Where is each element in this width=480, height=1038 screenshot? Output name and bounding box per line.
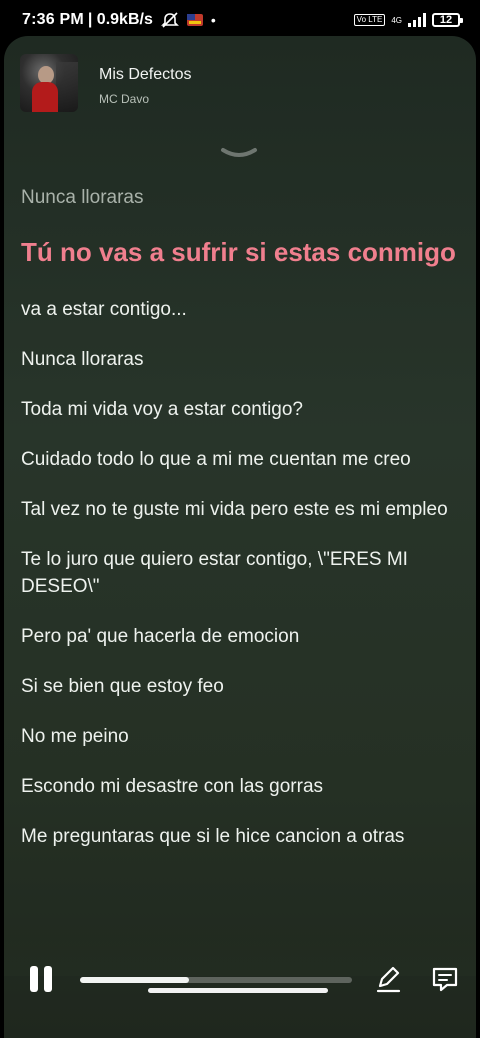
comment-icon[interactable] <box>430 964 460 994</box>
volte-badge: Vo LTE <box>353 14 386 26</box>
mute-icon <box>160 12 179 28</box>
dot-icon: • <box>210 12 216 28</box>
flag-icon <box>186 14 203 26</box>
playback-controls <box>4 954 476 1004</box>
progress-bar[interactable] <box>80 977 352 983</box>
lyric-line[interactable]: No me peino <box>21 723 461 750</box>
status-time: 7:36 PM <box>22 11 84 28</box>
battery-level: 12 <box>439 14 453 26</box>
album-cover[interactable] <box>20 54 78 112</box>
battery-icon: 12 <box>432 13 463 27</box>
chevron-down-icon[interactable] <box>219 146 259 162</box>
status-bar: 7:36 PM | 0.9kB/s • Vo LTE 4G 12 <box>0 0 480 40</box>
lyric-line[interactable]: Tal vez no te guste mi vida pero este es… <box>21 496 461 523</box>
lyric-line[interactable]: Cuidado todo lo que a mi me cuentan me c… <box>21 446 461 473</box>
lyric-line[interactable]: va a estar contigo... <box>21 296 461 323</box>
network-speed: | 0.9kB/s <box>87 11 153 28</box>
lyric-line[interactable]: Pero pa' que hacerla de emocion <box>21 623 461 650</box>
system-icons: Vo LTE 4G 12 <box>353 13 463 27</box>
now-playing-header[interactable]: Mis Defectos MC Davo <box>4 36 476 146</box>
notification-icons: • <box>160 12 216 28</box>
lyric-line[interactable]: Nunca lloraras <box>21 346 461 373</box>
lyric-line[interactable]: Escondo mi desastre con las gorras <box>21 773 461 800</box>
pencil-icon[interactable] <box>374 964 402 994</box>
lyric-line[interactable]: Me preguntaras que si le hice cancion a … <box>21 823 461 850</box>
pause-icon-bar-left <box>30 966 38 992</box>
song-artist[interactable]: MC Davo <box>99 92 149 106</box>
song-title: Mis Defectos <box>99 66 192 83</box>
lyrics-list[interactable]: Nunca lloraras Tú no vas a sufrir si esta… <box>21 184 461 974</box>
pause-icon-bar-right <box>44 966 52 992</box>
lyric-line[interactable]: Te lo juro que quiero estar contigo, \"E… <box>21 546 461 600</box>
signal-icon <box>408 13 426 27</box>
lyric-line[interactable]: Toda mi vida voy a estar contigo? <box>21 396 461 423</box>
lyric-line[interactable]: Nunca lloraras <box>21 184 461 211</box>
progress-fill <box>80 977 189 983</box>
pause-button[interactable] <box>26 964 56 994</box>
lyrics-sheet: Mis Defectos MC Davo Nunca lloraras Tú no… <box>4 36 476 1038</box>
lyric-line[interactable]: Si se bien que estoy feo <box>21 673 461 700</box>
active-lyric-line[interactable]: Tú no vas a sufrir si estas conmigo <box>21 234 461 270</box>
home-indicator[interactable] <box>148 988 328 993</box>
signal-label: 4G <box>391 15 402 25</box>
